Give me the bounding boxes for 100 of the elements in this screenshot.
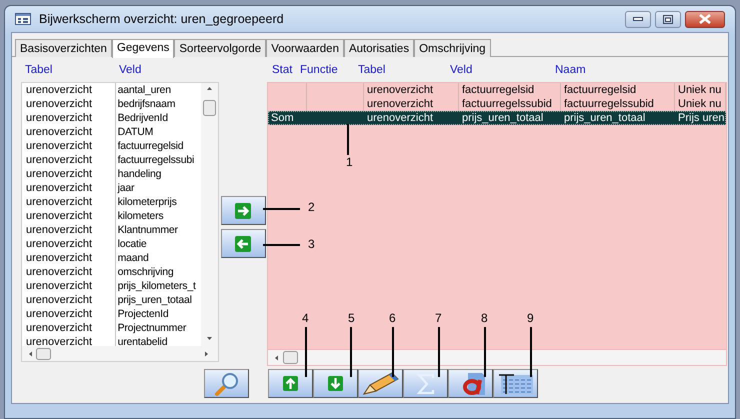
callout-number: 2: [308, 200, 315, 214]
list-cell: urenoverzicht: [22, 195, 116, 209]
horizontal-scrollbar[interactable]: [268, 349, 726, 365]
close-icon: [699, 14, 711, 24]
list-cell: urenoverzicht: [22, 265, 116, 279]
grid-cell: Uniek nu: [675, 83, 726, 97]
list-cell-text: Projectnummer: [116, 321, 188, 335]
leader-line: [530, 327, 532, 377]
leader-line: [392, 327, 394, 377]
list-cell: urenoverzicht: [22, 111, 116, 125]
minimize-icon: [633, 17, 643, 21]
list-cell-text: locatie: [116, 237, 148, 251]
close-button[interactable]: [685, 10, 725, 28]
search-button[interactable]: [204, 369, 249, 398]
list-cell-text: DATUM: [116, 125, 154, 139]
pencil-icon: [362, 372, 400, 396]
left-arrow-icon: [235, 236, 251, 252]
list-cell: urenoverzicht: [22, 251, 116, 265]
list-cell: urenoverzicht: [22, 181, 116, 195]
text-button[interactable]: [448, 369, 493, 398]
list-cell: urenoverzicht: [22, 307, 116, 321]
list-cell-text: handeling: [116, 167, 162, 181]
list-cell-text: prijs_kilometers_t: [116, 279, 197, 293]
callout-number: 9: [527, 311, 534, 325]
list-cell-text: factuurregelssubi: [116, 153, 196, 167]
list-cell: urenoverzicht: [22, 125, 116, 139]
horizontal-scrollbar[interactable]: [22, 346, 218, 361]
move-up-button[interactable]: [268, 369, 313, 398]
grid-row[interactable]: Som urenoverzicht prijs_uren_totaal prijs_uren_totaal Prijs uren: [268, 111, 726, 125]
tab[interactable]: Basisoverzichten: [15, 39, 112, 57]
list-cell-text: omschrijving: [116, 265, 175, 279]
callout-number: 6: [389, 311, 396, 325]
list-cell: urenoverzicht: [22, 237, 116, 251]
column-header: Tabel: [358, 63, 386, 77]
callout-number: 1: [346, 155, 353, 169]
leader-line: [263, 244, 300, 246]
list-cell: urenoverzicht: [22, 279, 116, 293]
tab[interactable]: Autorisaties: [344, 39, 414, 57]
column-header: Naam: [555, 63, 587, 77]
minimize-button[interactable]: [625, 10, 651, 28]
list-cell: urenoverzicht: [22, 139, 116, 153]
window-title: Bijwerkscherm overzicht: uren_gegroepeerd: [39, 10, 284, 28]
remove-button[interactable]: [220, 229, 266, 258]
column-header: Veld: [450, 63, 474, 77]
callout-number: 3: [308, 237, 315, 251]
down-arrow-icon: [328, 376, 343, 391]
tab[interactable]: Gegevens: [112, 39, 174, 58]
callout-number: 7: [435, 311, 442, 325]
list-cell: urenoverzicht: [22, 293, 116, 307]
callout-number: 4: [302, 311, 309, 325]
grid-cell: factuurregelsid: [561, 83, 675, 97]
list-cell-text: prijs_uren_totaal: [116, 293, 193, 307]
maximize-button[interactable]: [655, 10, 681, 28]
list-cell-text: factuurregelsid: [116, 139, 184, 153]
column-header: Stat: [272, 63, 294, 77]
layout-button[interactable]: [493, 369, 538, 398]
list-cell: urenoverzicht: [22, 223, 116, 237]
vertical-scrollbar[interactable]: [201, 83, 218, 346]
grid-cell: urenoverzicht: [364, 111, 459, 125]
list-cell: urenoverzicht: [22, 83, 116, 97]
list-cell: urenoverzicht: [22, 97, 116, 111]
leader-line: [305, 327, 306, 377]
column-header: Functie: [300, 63, 339, 77]
grid-cell: Som: [268, 111, 307, 125]
callout-number: 8: [481, 311, 488, 325]
list-cell-text: kilometers: [116, 209, 164, 223]
grid-cell: Prijs uren: [675, 111, 726, 125]
add-button[interactable]: [220, 196, 266, 225]
search-icon: [214, 372, 240, 396]
leader-line: [263, 208, 300, 210]
right-arrow-icon: [235, 202, 251, 218]
leader-line: [438, 327, 440, 377]
grid-cell: prijs_uren_totaal: [561, 111, 675, 125]
leader-line: [484, 327, 486, 377]
tab[interactable]: Voorwaarden: [266, 39, 344, 57]
list-cell-text: bedrijfsnaam: [116, 97, 176, 111]
grid-row[interactable]: urenoverzicht factuurregelsid factuurregelsid Uniek nu: [268, 83, 726, 97]
list-cell: urenoverzicht: [22, 209, 116, 223]
field-list[interactable]: [21, 82, 219, 362]
list-cell-text: BedrijvenId: [116, 111, 169, 125]
list-cell-text: maand: [116, 251, 150, 265]
sum-button[interactable]: [403, 369, 448, 398]
list-cell: urenoverzicht: [22, 321, 116, 335]
tab[interactable]: Sorteervolgorde: [174, 39, 266, 57]
sigma-icon: [416, 374, 434, 394]
up-arrow-icon: [283, 376, 298, 391]
tab[interactable]: Omschrijving: [414, 39, 491, 57]
list-cell-text: jaar: [116, 181, 136, 195]
list-cell-text: ProjectenId: [116, 307, 170, 321]
leader-line: [347, 124, 348, 155]
move-down-button[interactable]: [313, 369, 358, 398]
maximize-icon: [663, 14, 673, 24]
form-icon: [15, 13, 31, 25]
callout-number: 5: [348, 311, 355, 325]
list-cell-text: urentabelid: [116, 335, 168, 346]
edit-button[interactable]: [358, 369, 403, 398]
list-cell: urenoverzicht: [22, 153, 116, 167]
list-cell-text: aantal_uren: [116, 83, 172, 97]
table-layout-icon: [498, 372, 534, 394]
leader-line: [350, 327, 352, 377]
